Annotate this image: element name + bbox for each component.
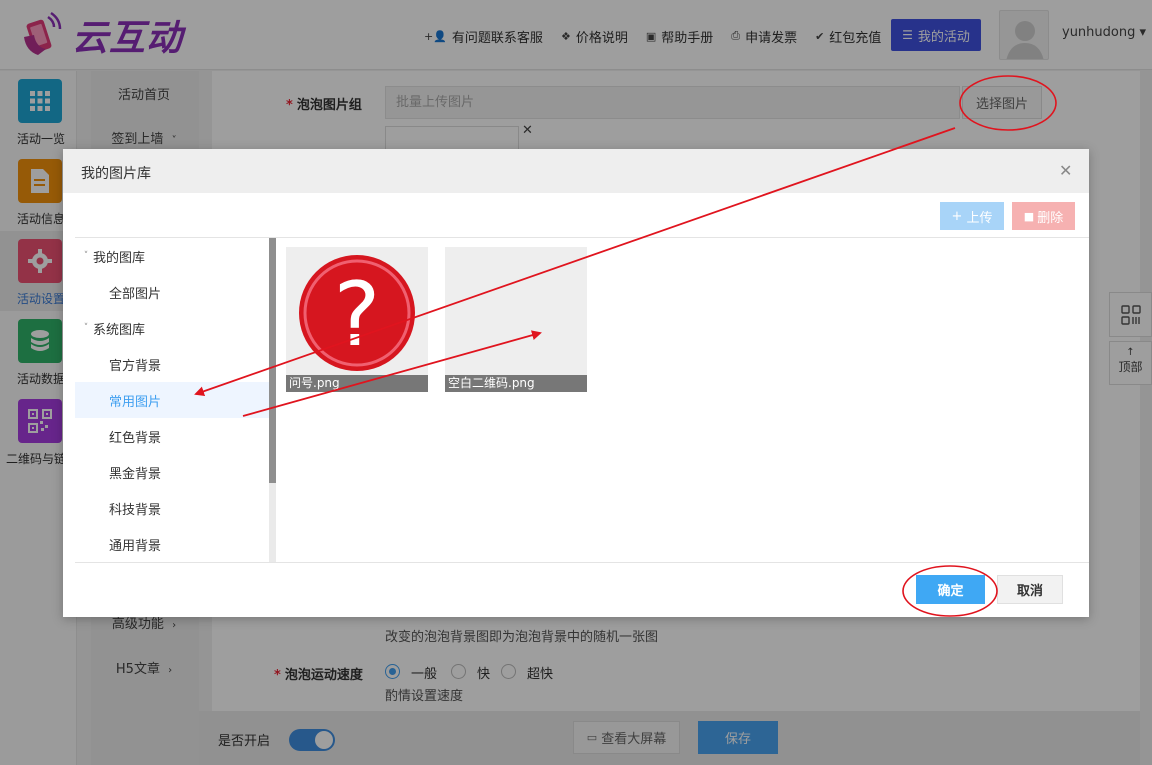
upload-label: 上传 [966,210,993,226]
upload-button[interactable]: + 上传 [940,202,1004,230]
tree-item-label: 全部图片 [109,286,162,302]
tree-item-label: 通用背景 [109,538,162,554]
tree-item-label: 官方背景 [109,358,162,374]
blank-qrcode-image [445,247,587,375]
image-library-modal: 我的图片库 ✕ + 上传 ■ 删除 ˅ 我的图库 全部图片 ˅ 系统图库 官方背… [63,149,1089,617]
tree-item-label: 常用图片 [109,394,162,410]
delete-label: 删除 [1037,210,1064,226]
svg-text:?: ? [334,263,381,366]
tree-item-my-library[interactable]: ˅ 我的图库 [75,238,269,274]
confirm-button[interactable]: 确定 [916,575,985,604]
modal-header: 我的图片库 ✕ [63,149,1089,193]
tree-item-tech-bg[interactable]: 科技背景 [75,490,269,526]
tree-scrollbar-thumb[interactable] [269,238,276,483]
question-mark-icon: ? [299,255,415,371]
modal-title: 我的图片库 [81,166,151,182]
image-library-tree: ˅ 我的图库 全部图片 ˅ 系统图库 官方背景 常用图片 红色背景 黑金背景 科… [75,238,270,562]
cancel-button[interactable]: 取消 [997,575,1063,604]
image-filename: 空白二维码.png [445,375,587,392]
tree-item-label: 系统图库 [93,322,146,338]
image-card-question[interactable]: ? 问号.png [286,247,428,392]
plus-icon: + [951,208,963,224]
tree-item-common-images[interactable]: 常用图片 [75,382,269,418]
divider [75,562,1089,563]
tree-item-label: 科技背景 [109,502,162,518]
tree-item-black-gold-bg[interactable]: 黑金背景 [75,454,269,490]
tree-scrollbar-track[interactable] [269,483,276,562]
tree-item-all-images[interactable]: 全部图片 [75,274,269,310]
chevron-down-icon: ˅ [83,323,89,333]
image-filename: 问号.png [286,375,428,392]
tree-item-label: 我的图库 [93,250,146,266]
tree-item-label: 红色背景 [109,430,162,446]
image-card-blank-qrcode[interactable]: 空白二维码.png [445,247,587,392]
close-icon[interactable]: ✕ [1059,161,1072,180]
delete-button[interactable]: ■ 删除 [1012,202,1075,230]
tree-item-general-bg[interactable]: 通用背景 [75,526,269,562]
trash-icon: ■ [1023,209,1035,223]
tree-item-official-bg[interactable]: 官方背景 [75,346,269,382]
tree-item-red-bg[interactable]: 红色背景 [75,418,269,454]
tree-item-system-library[interactable]: ˅ 系统图库 [75,310,269,346]
tree-item-label: 黑金背景 [109,466,162,482]
chevron-down-icon: ˅ [83,251,89,261]
